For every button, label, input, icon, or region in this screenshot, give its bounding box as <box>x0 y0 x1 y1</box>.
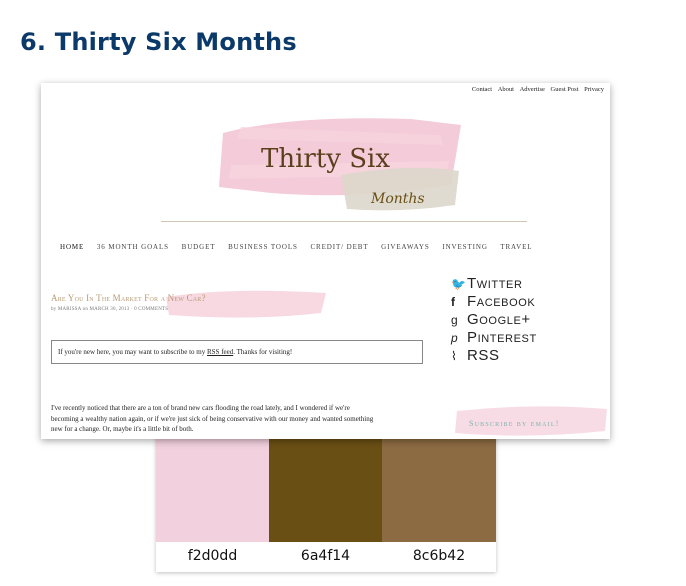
social-facebook[interactable]: f Facebook <box>451 293 537 311</box>
post-body: I've recently noticed that there are a t… <box>51 403 431 435</box>
rss-feed-link[interactable]: RSS feed <box>207 348 233 356</box>
social-label: RSS <box>467 347 500 364</box>
social-google-plus[interactable]: g Google+ <box>451 311 537 329</box>
rss-notice: If you're new here, you may want to subs… <box>51 340 423 364</box>
nav-home[interactable]: HOME <box>60 243 84 251</box>
swatch-label: 6a4f14 <box>300 548 351 564</box>
swatch-label: f2d0dd <box>187 548 238 564</box>
google-plus-icon: g <box>451 313 459 327</box>
rss-notice-text: . Thanks for visiting! <box>233 348 293 356</box>
nav-giveaways[interactable]: GIVEAWAYS <box>381 243 430 251</box>
social-rss[interactable]: ⌇ RSS <box>451 347 537 365</box>
post-body-line: new for a change. Or, maybe it's a littl… <box>51 425 194 433</box>
title-brush-stroke <box>166 290 326 318</box>
privacy-link[interactable]: Privacy <box>584 86 604 93</box>
about-link[interactable]: About <box>498 86 514 93</box>
color-palette: f2d0dd 6a4f14 8c6b42 <box>156 418 496 572</box>
twitter-icon: 🐦 <box>451 277 467 291</box>
social-label: Facebook <box>467 293 536 310</box>
rss-notice-text: If you're new here, you may want to subs… <box>58 348 207 356</box>
site-logo[interactable]: Thirty Six Months <box>211 105 471 215</box>
nav-36-month-goals[interactable]: 36 MONTH GOALS <box>97 243 169 251</box>
social-label: Pinterest <box>467 329 537 346</box>
nav-travel[interactable]: TRAVEL <box>500 243 532 251</box>
nav-investing[interactable]: INVESTING <box>442 243 487 251</box>
top-links: Contact About Advertise Guest Post Priva… <box>468 86 604 93</box>
subscribe-by-email-link[interactable]: Subscribe by email! <box>469 419 560 428</box>
advertise-link[interactable]: Advertise <box>520 86 545 93</box>
post-title[interactable]: Are You In The Market For a New Car? <box>51 293 206 303</box>
nav-budget[interactable]: BUDGET <box>182 243 216 251</box>
social-twitter[interactable]: 🐦Twitter <box>451 275 537 293</box>
pinterest-icon: p <box>451 331 459 345</box>
social-pinterest[interactable]: p Pinterest <box>451 329 537 347</box>
nav-business-tools[interactable]: BUSINESS TOOLS <box>228 243 298 251</box>
social-label: Twitter <box>467 275 523 292</box>
social-links: 🐦Twitter f Facebook g Google+ p Pinterest ⌇… <box>451 275 537 365</box>
header-divider <box>161 221 527 222</box>
nav-credit-debt[interactable]: CREDIT/ DEBT <box>310 243 368 251</box>
post-meta: by MARISSA on MARCH 30, 2013 · 0 COMMENT… <box>51 307 169 312</box>
logo-subtitle: Months <box>370 191 425 207</box>
social-label: Google+ <box>467 311 531 328</box>
post-body-line: becoming a wealthy nation again, or if w… <box>51 414 374 423</box>
swatch-label: 8c6b42 <box>412 548 466 564</box>
main-nav: HOME 36 MONTH GOALS BUDGET BUSINESS TOOL… <box>60 243 542 251</box>
guest-post-link[interactable]: Guest Post <box>551 86 579 93</box>
post-body-line: I've recently noticed that there are a t… <box>51 404 350 412</box>
contact-link[interactable]: Contact <box>472 86 492 93</box>
facebook-icon: f <box>451 295 456 309</box>
logo-title: Thirty Six <box>261 144 390 174</box>
rss-icon: ⌇ <box>451 349 458 363</box>
page-title: 6. Thirty Six Months <box>20 28 297 56</box>
blog-screenshot: Contact About Advertise Guest Post Priva… <box>41 83 610 439</box>
